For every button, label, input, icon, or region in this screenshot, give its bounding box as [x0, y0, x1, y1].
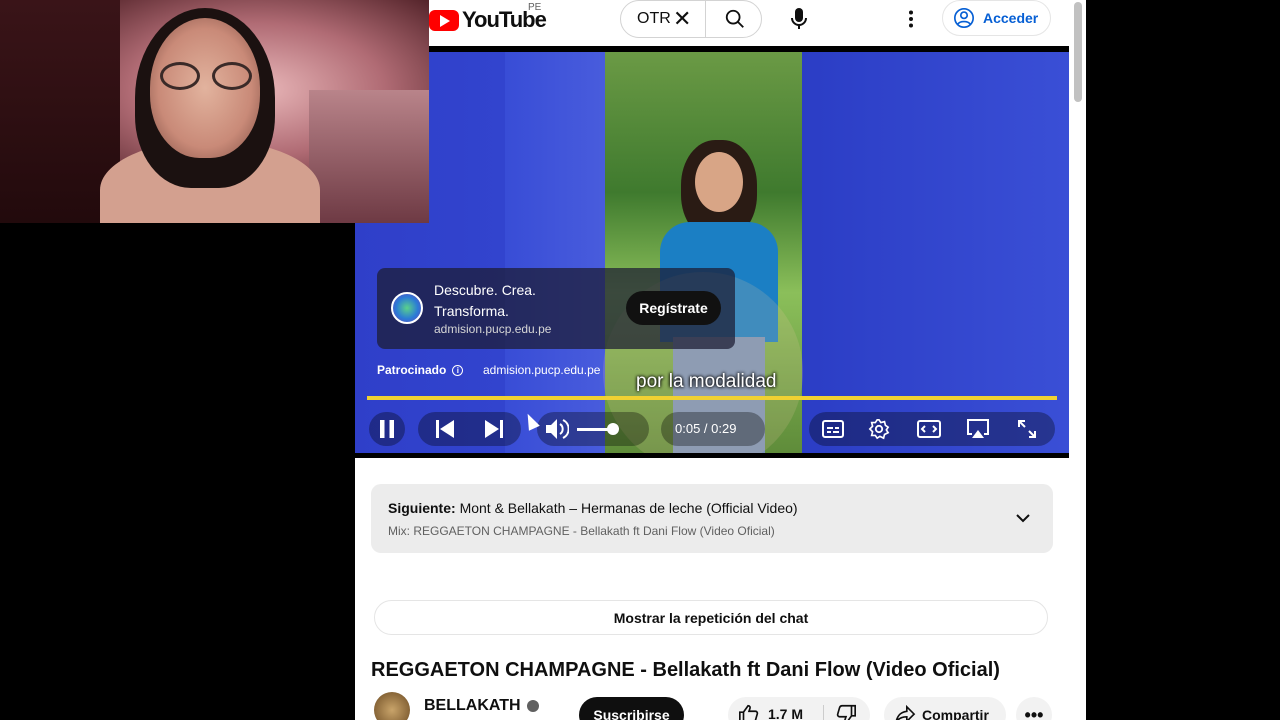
- share-icon: [895, 705, 916, 720]
- channel-avatar[interactable]: [374, 692, 410, 720]
- video-title: REGGAETON CHAMPAGNE - Bellakath ft Dani …: [371, 659, 1000, 681]
- miniplayer-icon: [917, 420, 941, 438]
- gear-icon: [868, 419, 890, 440]
- settings-menu-button[interactable]: [899, 5, 923, 33]
- sponsored-text: Patrocinado: [377, 363, 447, 377]
- expand-up-next-button[interactable]: [1011, 506, 1035, 530]
- webcam-room-right: [309, 90, 429, 223]
- thumbs-down-icon: [836, 704, 856, 720]
- video-player[interactable]: Descubre. Crea. Transforma. admision.puc…: [355, 46, 1069, 458]
- progress-bar[interactable]: [367, 396, 1057, 400]
- skip-previous-icon: [436, 420, 454, 438]
- share-button[interactable]: Compartir: [884, 697, 1006, 720]
- subscribe-button[interactable]: Suscribirse: [579, 697, 684, 720]
- subtitles-button[interactable]: [813, 409, 853, 449]
- account-icon: [954, 8, 974, 28]
- up-next-prefix: Siguiente:: [388, 500, 456, 516]
- verified-badge-icon: [526, 700, 539, 712]
- search-box[interactable]: OTR ✕: [620, 0, 762, 38]
- previous-button[interactable]: [427, 409, 463, 449]
- signin-button[interactable]: Acceder: [942, 0, 1051, 36]
- search-divider: [705, 1, 706, 37]
- sponsored-label[interactable]: Patrocinado i: [377, 363, 464, 377]
- subtitles-icon: [822, 420, 844, 438]
- subtitle-caption: por la modalidad: [636, 371, 777, 392]
- ad-url: admision.pucp.edu.pe: [434, 322, 552, 336]
- voice-search-button[interactable]: [780, 0, 818, 38]
- more-vert-icon: [909, 10, 913, 28]
- like-button[interactable]: 1.7 M: [738, 703, 803, 720]
- fullscreen-button[interactable]: [1007, 409, 1047, 449]
- video-person-face: [695, 152, 743, 212]
- advertiser-logo-icon: [391, 292, 423, 324]
- like-count: 1.7 M: [768, 706, 804, 720]
- screen: YouTube PE OTR ✕ Acceder Descubre. Crea.…: [0, 0, 1280, 720]
- volume-up-icon: [546, 419, 569, 439]
- sponsor-url[interactable]: admision.pucp.edu.pe: [483, 363, 600, 377]
- channel-name-link[interactable]: BELLAKATH: [424, 697, 539, 715]
- up-next-panel[interactable]: Siguiente: Mont & Bellakath – Hermanas d…: [371, 484, 1053, 553]
- search-icon: [725, 9, 744, 28]
- search-button[interactable]: [709, 1, 761, 37]
- webcam-person-glasses: [160, 62, 252, 92]
- info-icon[interactable]: i: [452, 364, 464, 376]
- ad-register-button[interactable]: Regístrate: [626, 291, 721, 325]
- fullscreen-icon: [1018, 420, 1036, 438]
- airplay-icon: [967, 419, 989, 438]
- pause-icon: [380, 420, 394, 438]
- share-label: Compartir: [922, 707, 989, 720]
- up-next-title: Mont & Bellakath – Hermanas de leche (Of…: [459, 500, 798, 516]
- video-backdrop-panel: [505, 52, 605, 453]
- airplay-button[interactable]: [958, 409, 998, 449]
- skip-next-icon: [485, 420, 503, 438]
- chevron-down-icon: [1016, 514, 1030, 523]
- next-button[interactable]: [476, 409, 512, 449]
- scrollbar-thumb[interactable]: [1074, 2, 1082, 102]
- miniplayer-button[interactable]: [909, 409, 949, 449]
- mute-button[interactable]: [539, 409, 575, 449]
- youtube-logo[interactable]: YouTube PE: [429, 2, 547, 33]
- dislike-button[interactable]: [835, 703, 857, 720]
- top-bar: YouTube PE OTR ✕ Acceder: [429, 0, 1070, 46]
- youtube-play-icon: [429, 9, 459, 31]
- thumbs-up-icon: [739, 704, 759, 720]
- region-code: PE: [528, 2, 542, 13]
- show-chat-replay-button[interactable]: Mostrar la repetición del chat: [374, 600, 1048, 635]
- player-controls: 0:05 / 0:29: [355, 409, 1069, 449]
- like-divider: [823, 705, 824, 720]
- time-display: 0:05 / 0:29: [675, 421, 737, 436]
- clear-search-icon[interactable]: ✕: [673, 8, 691, 30]
- microphone-icon: [791, 8, 807, 29]
- webcam-overlay: [0, 0, 429, 223]
- ad-overlay-card[interactable]: Descubre. Crea. Transforma. admision.puc…: [377, 268, 735, 349]
- ad-title: Descubre. Crea. Transforma.: [434, 282, 536, 319]
- up-next-playlist: Mix: REGGAETON CHAMPAGNE - Bellakath ft …: [388, 524, 775, 538]
- more-horiz-icon: •••: [1024, 704, 1044, 720]
- channel-name: BELLAKATH: [424, 697, 521, 714]
- volume-slider-handle[interactable]: [607, 423, 619, 435]
- pause-button[interactable]: [369, 409, 405, 449]
- signin-label: Acceder: [983, 10, 1039, 26]
- settings-button[interactable]: [859, 409, 899, 449]
- search-input[interactable]: OTR: [637, 10, 671, 28]
- progress-played: [367, 396, 1057, 400]
- page-scrollbar[interactable]: [1070, 0, 1086, 720]
- like-dislike-group: 1.7 M: [728, 697, 870, 720]
- up-next-title-line: Siguiente: Mont & Bellakath – Hermanas d…: [388, 500, 798, 516]
